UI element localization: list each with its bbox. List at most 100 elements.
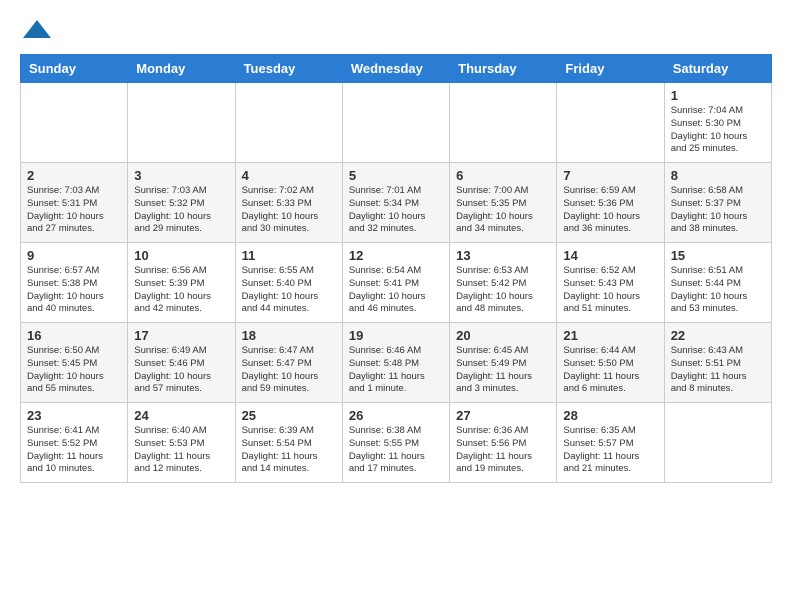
day-number: 2 (27, 168, 121, 183)
day-info: Sunrise: 7:01 AM Sunset: 5:34 PM Dayligh… (349, 185, 443, 236)
day-info: Sunrise: 6:58 AM Sunset: 5:37 PM Dayligh… (671, 185, 765, 236)
day-number: 4 (242, 168, 336, 183)
calendar-cell: 5 Sunrise: 7:01 AM Sunset: 5:34 PM Daylig… (342, 163, 449, 243)
day-info: Sunrise: 6:36 AM Sunset: 5:56 PM Dayligh… (456, 425, 550, 476)
day-info: Sunrise: 6:57 AM Sunset: 5:38 PM Dayligh… (27, 265, 121, 316)
day-number: 7 (563, 168, 657, 183)
calendar-cell: 12 Sunrise: 6:54 AM Sunset: 5:41 PM Dayli… (342, 243, 449, 323)
day-number: 20 (456, 328, 550, 343)
weekday-header-sunday: Sunday (21, 55, 128, 83)
calendar-cell (450, 83, 557, 163)
calendar-cell: 3 Sunrise: 7:03 AM Sunset: 5:32 PM Daylig… (128, 163, 235, 243)
logo (20, 16, 51, 44)
calendar-cell: 8 Sunrise: 6:58 AM Sunset: 5:37 PM Daylig… (664, 163, 771, 243)
day-info: Sunrise: 6:40 AM Sunset: 5:53 PM Dayligh… (134, 425, 228, 476)
calendar-cell: 15 Sunrise: 6:51 AM Sunset: 5:44 PM Dayli… (664, 243, 771, 323)
calendar-cell: 20 Sunrise: 6:45 AM Sunset: 5:49 PM Dayli… (450, 323, 557, 403)
calendar-cell (664, 403, 771, 483)
calendar-cell: 27Sunrise: 6:36 AM Sunset: 5:56 PM Dayli… (450, 403, 557, 483)
day-info: Sunrise: 6:41 AM Sunset: 5:52 PM Dayligh… (27, 425, 121, 476)
day-info: Sunrise: 6:43 AM Sunset: 5:51 PM Dayligh… (671, 345, 765, 396)
day-info: Sunrise: 7:03 AM Sunset: 5:31 PM Dayligh… (27, 185, 121, 236)
calendar-cell (342, 83, 449, 163)
day-info: Sunrise: 6:44 AM Sunset: 5:50 PM Dayligh… (563, 345, 657, 396)
calendar-cell: 1 Sunrise: 7:04 AM Sunset: 5:30 PM Daylig… (664, 83, 771, 163)
weekday-header-thursday: Thursday (450, 55, 557, 83)
day-number: 17 (134, 328, 228, 343)
day-number: 12 (349, 248, 443, 263)
day-info: Sunrise: 6:38 AM Sunset: 5:55 PM Dayligh… (349, 425, 443, 476)
day-info: Sunrise: 6:59 AM Sunset: 5:36 PM Dayligh… (563, 185, 657, 236)
day-info: Sunrise: 6:53 AM Sunset: 5:42 PM Dayligh… (456, 265, 550, 316)
week-row-5: 23 Sunrise: 6:41 AM Sunset: 5:52 PM Dayli… (21, 403, 772, 483)
day-number: 22 (671, 328, 765, 343)
day-info: Sunrise: 7:00 AM Sunset: 5:35 PM Dayligh… (456, 185, 550, 236)
calendar-cell: 11 Sunrise: 6:55 AM Sunset: 5:40 PM Dayli… (235, 243, 342, 323)
calendar-cell: 7 Sunrise: 6:59 AM Sunset: 5:36 PM Daylig… (557, 163, 664, 243)
calendar-cell (21, 83, 128, 163)
calendar-cell: 19Sunrise: 6:46 AM Sunset: 5:48 PM Dayli… (342, 323, 449, 403)
day-number: 26 (349, 408, 443, 423)
logo-icon (23, 16, 51, 44)
day-info: Sunrise: 6:46 AM Sunset: 5:48 PM Dayligh… (349, 345, 443, 396)
weekday-header-friday: Friday (557, 55, 664, 83)
day-number: 11 (242, 248, 336, 263)
day-number: 18 (242, 328, 336, 343)
day-number: 28 (563, 408, 657, 423)
day-number: 16 (27, 328, 121, 343)
day-number: 10 (134, 248, 228, 263)
day-info: Sunrise: 6:50 AM Sunset: 5:45 PM Dayligh… (27, 345, 121, 396)
weekday-header-saturday: Saturday (664, 55, 771, 83)
day-info: Sunrise: 6:55 AM Sunset: 5:40 PM Dayligh… (242, 265, 336, 316)
day-info: Sunrise: 6:56 AM Sunset: 5:39 PM Dayligh… (134, 265, 228, 316)
week-row-2: 2 Sunrise: 7:03 AM Sunset: 5:31 PM Daylig… (21, 163, 772, 243)
calendar-cell: 17 Sunrise: 6:49 AM Sunset: 5:46 PM Dayli… (128, 323, 235, 403)
day-number: 13 (456, 248, 550, 263)
day-info: Sunrise: 6:45 AM Sunset: 5:49 PM Dayligh… (456, 345, 550, 396)
calendar-cell: 25 Sunrise: 6:39 AM Sunset: 5:54 PM Dayli… (235, 403, 342, 483)
week-row-4: 16 Sunrise: 6:50 AM Sunset: 5:45 PM Dayli… (21, 323, 772, 403)
day-info: Sunrise: 6:51 AM Sunset: 5:44 PM Dayligh… (671, 265, 765, 316)
day-info: Sunrise: 7:04 AM Sunset: 5:30 PM Dayligh… (671, 105, 765, 156)
day-info: Sunrise: 6:47 AM Sunset: 5:47 PM Dayligh… (242, 345, 336, 396)
calendar-cell: 23 Sunrise: 6:41 AM Sunset: 5:52 PM Dayli… (21, 403, 128, 483)
calendar-cell: 22 Sunrise: 6:43 AM Sunset: 5:51 PM Dayli… (664, 323, 771, 403)
calendar-cell: 2 Sunrise: 7:03 AM Sunset: 5:31 PM Daylig… (21, 163, 128, 243)
weekday-header-row: SundayMondayTuesdayWednesdayThursdayFrid… (21, 55, 772, 83)
weekday-header-wednesday: Wednesday (342, 55, 449, 83)
page-header (20, 16, 772, 44)
day-number: 15 (671, 248, 765, 263)
day-number: 8 (671, 168, 765, 183)
calendar-cell: 18 Sunrise: 6:47 AM Sunset: 5:47 PM Dayli… (235, 323, 342, 403)
calendar-cell: 10 Sunrise: 6:56 AM Sunset: 5:39 PM Dayli… (128, 243, 235, 323)
day-info: Sunrise: 6:49 AM Sunset: 5:46 PM Dayligh… (134, 345, 228, 396)
calendar-cell: 6 Sunrise: 7:00 AM Sunset: 5:35 PM Daylig… (450, 163, 557, 243)
day-number: 5 (349, 168, 443, 183)
calendar-cell: 13 Sunrise: 6:53 AM Sunset: 5:42 PM Dayli… (450, 243, 557, 323)
calendar-cell: 24 Sunrise: 6:40 AM Sunset: 5:53 PM Dayli… (128, 403, 235, 483)
day-number: 24 (134, 408, 228, 423)
day-number: 25 (242, 408, 336, 423)
day-info: Sunrise: 6:54 AM Sunset: 5:41 PM Dayligh… (349, 265, 443, 316)
day-info: Sunrise: 7:02 AM Sunset: 5:33 PM Dayligh… (242, 185, 336, 236)
day-number: 23 (27, 408, 121, 423)
weekday-header-monday: Monday (128, 55, 235, 83)
day-info: Sunrise: 6:39 AM Sunset: 5:54 PM Dayligh… (242, 425, 336, 476)
day-number: 9 (27, 248, 121, 263)
day-number: 3 (134, 168, 228, 183)
day-info: Sunrise: 7:03 AM Sunset: 5:32 PM Dayligh… (134, 185, 228, 236)
day-number: 21 (563, 328, 657, 343)
calendar-table: SundayMondayTuesdayWednesdayThursdayFrid… (20, 54, 772, 483)
day-number: 6 (456, 168, 550, 183)
week-row-3: 9 Sunrise: 6:57 AM Sunset: 5:38 PM Daylig… (21, 243, 772, 323)
day-number: 14 (563, 248, 657, 263)
calendar-cell: 28 Sunrise: 6:35 AM Sunset: 5:57 PM Dayli… (557, 403, 664, 483)
day-number: 1 (671, 88, 765, 103)
calendar-cell (235, 83, 342, 163)
day-info: Sunrise: 6:35 AM Sunset: 5:57 PM Dayligh… (563, 425, 657, 476)
calendar-cell: 21 Sunrise: 6:44 AM Sunset: 5:50 PM Dayli… (557, 323, 664, 403)
calendar-cell: 26 Sunrise: 6:38 AM Sunset: 5:55 PM Dayli… (342, 403, 449, 483)
calendar-cell: 14Sunrise: 6:52 AM Sunset: 5:43 PM Dayli… (557, 243, 664, 323)
calendar-cell: 16 Sunrise: 6:50 AM Sunset: 5:45 PM Dayli… (21, 323, 128, 403)
week-row-1: 1 Sunrise: 7:04 AM Sunset: 5:30 PM Daylig… (21, 83, 772, 163)
